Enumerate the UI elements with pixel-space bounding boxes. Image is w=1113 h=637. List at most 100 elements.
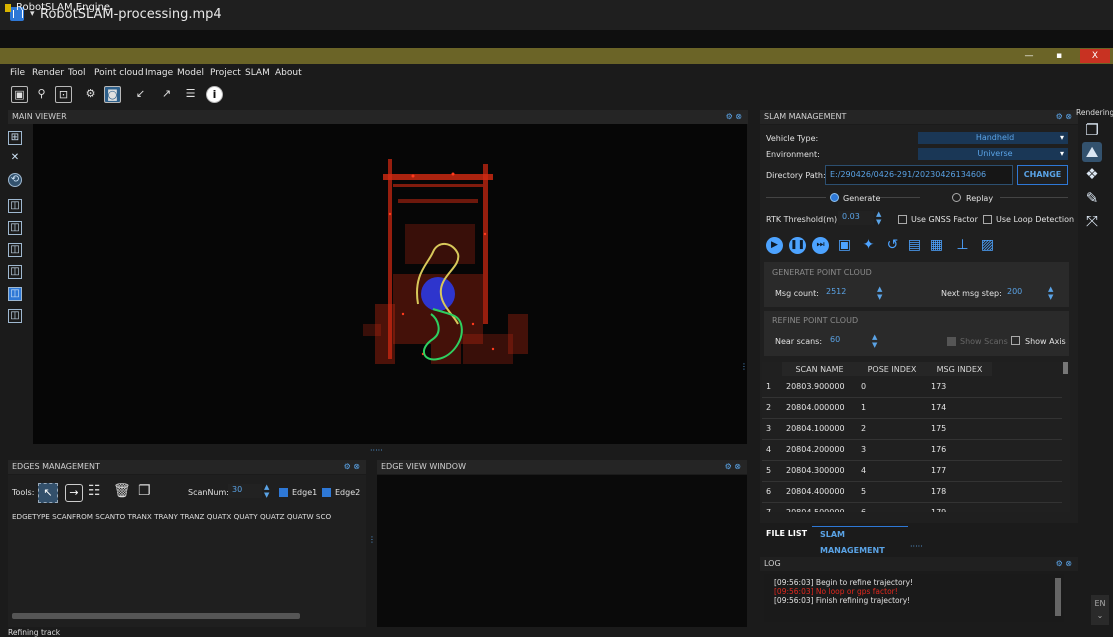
edge-view-canvas[interactable] <box>377 475 747 627</box>
next-msg-step-spinner[interactable]: ▲ ▼ <box>1048 285 1053 301</box>
trash-icon[interactable]: 🗑 <box>113 483 131 499</box>
edge2-checkbox[interactable] <box>322 488 331 497</box>
vehicle-type-select[interactable]: Handheld ▾ <box>918 132 1068 144</box>
gnss-factor-checkbox[interactable] <box>898 215 907 224</box>
step-icon[interactable]: ⏭ <box>812 237 829 254</box>
panel-float-icons[interactable]: ⚙ ⊗ <box>1056 557 1072 571</box>
fit-view-icon[interactable]: ▣ <box>11 86 28 103</box>
main-viewer-canvas[interactable] <box>33 124 747 444</box>
language-indicator[interactable]: EN ⌄ <box>1091 595 1109 625</box>
orbit-icon[interactable]: ⟲ <box>8 173 22 187</box>
axes-icon[interactable]: ⤧ <box>1082 211 1102 231</box>
brush-icon[interactable]: ✎ <box>1082 188 1102 208</box>
save-icon[interactable]: ▣ <box>836 236 853 254</box>
cube-front-icon[interactable]: ◫ <box>8 199 22 213</box>
pause-icon[interactable]: ❚❚ <box>789 237 806 254</box>
table-row[interactable]: 5 20804.300000 4 177 <box>762 460 1062 482</box>
directory-path-input[interactable]: E:/290426/0426-291/20230426134606 <box>825 165 1013 185</box>
scannum-spinner[interactable]: ▲ ▼ <box>264 483 269 499</box>
zoom-icon[interactable]: ⚲ <box>33 86 50 103</box>
menu-render[interactable]: Render <box>32 68 64 78</box>
layers-icon[interactable]: ❐ <box>138 483 151 499</box>
menu-image[interactable]: Image <box>145 68 173 78</box>
select-pointer-icon[interactable]: ↖ <box>38 483 58 503</box>
change-directory-button[interactable]: CHANGE <box>1017 165 1068 185</box>
log-vscrollbar[interactable] <box>1055 578 1061 616</box>
table-row[interactable]: 6 20804.400000 5 178 <box>762 481 1062 503</box>
generate-radio[interactable] <box>830 193 839 202</box>
scannum-input[interactable]: 30 <box>228 484 262 498</box>
delete-icon[interactable]: ▤ <box>906 236 923 254</box>
magic-wand-icon[interactable]: ✦ <box>860 236 877 254</box>
menu-tool[interactable]: Tool <box>68 68 85 78</box>
tab-slam-management[interactable]: SLAM MANAGEMENT <box>812 526 908 555</box>
undo-icon[interactable]: ↺ <box>884 236 901 254</box>
table-row[interactable]: 4 20804.200000 3 176 <box>762 439 1062 461</box>
rtk-threshold-input[interactable]: 0.03 <box>838 211 874 225</box>
cube-right-icon[interactable]: ◫ <box>8 265 22 279</box>
play-icon[interactable]: ▶ <box>766 237 783 254</box>
splitter-handle[interactable]: ····· <box>370 446 383 455</box>
expand-icon[interactable]: ✕ <box>8 152 22 166</box>
cube-top-icon[interactable]: ◫ <box>8 287 22 301</box>
rtk-spinner[interactable]: ▲ ▼ <box>876 210 881 226</box>
grid-view-icon[interactable]: ⊞ <box>8 131 22 145</box>
log-output[interactable]: [09:56:03] Begin to refine trajectory! [… <box>764 574 1064 622</box>
filter-icon[interactable]: ☰ <box>182 86 199 103</box>
import-icon[interactable]: ↙ <box>132 86 149 103</box>
edges-hscrollbar[interactable] <box>12 613 300 619</box>
settings-gear-icon[interactable]: ⚙ <box>82 86 99 103</box>
info-icon[interactable]: i <box>206 86 223 103</box>
panel-float-icons[interactable]: ⚙ ⊗ <box>1056 110 1072 124</box>
near-scans-spinner[interactable]: ▲ ▼ <box>872 333 877 349</box>
export-icon[interactable]: ↗ <box>158 86 175 103</box>
menu-project[interactable]: Project <box>210 68 241 78</box>
near-scans-input[interactable]: 60 <box>826 334 870 348</box>
msg-count-input[interactable]: 2512 <box>822 286 874 300</box>
col-msg-index[interactable]: MSG INDEX <box>927 362 992 376</box>
menu-model[interactable]: Model <box>177 68 204 78</box>
close-button[interactable]: X <box>1080 49 1110 63</box>
screenshot-icon[interactable]: ◙ <box>104 86 121 103</box>
minimize-button[interactable]: — <box>1018 49 1040 63</box>
monitor-icon[interactable]: ▦ <box>928 236 945 254</box>
table-row[interactable]: 1 20803.900000 0 173 <box>762 376 1062 398</box>
table-row[interactable]: 2 20804.000000 1 174 <box>762 397 1062 419</box>
table-row[interactable]: 720804.5000006179 <box>762 502 1062 512</box>
menu-about[interactable]: About <box>275 68 302 78</box>
show-axis-checkbox[interactable] <box>1011 336 1020 345</box>
loop-detection-checkbox[interactable] <box>983 215 992 224</box>
msg-count-spinner[interactable]: ▲ ▼ <box>877 285 882 301</box>
show-scans-checkbox[interactable] <box>947 337 956 346</box>
replay-radio[interactable] <box>952 193 961 202</box>
cube-icon[interactable]: ❖ <box>1082 164 1102 184</box>
copy-layer-icon[interactable]: ❐ <box>1082 120 1102 140</box>
col-pose-index[interactable]: POSE INDEX <box>857 362 927 376</box>
col-scan-name[interactable]: SCAN NAME <box>782 362 857 376</box>
restore-button[interactable]: ▪ <box>1048 49 1070 63</box>
cube-bottom-icon[interactable]: ◫ <box>8 309 22 323</box>
panel-float-icons[interactable]: ⚙ ⊗ <box>726 110 742 124</box>
menu-slam[interactable]: SLAM <box>245 68 270 78</box>
forward-icon[interactable]: → <box>65 484 83 502</box>
splitter-handle[interactable]: ····· <box>910 542 923 551</box>
panel-float-icons[interactable]: ⚙ ⊗ <box>725 460 741 474</box>
edge1-checkbox[interactable] <box>279 488 288 497</box>
splitter-handle-vertical[interactable]: ⋮ <box>740 362 748 371</box>
list-edit-icon[interactable]: ☷ <box>88 483 101 499</box>
zoom-region-icon[interactable]: ⊡ <box>55 86 72 103</box>
menu-file[interactable]: File <box>10 68 25 78</box>
splitter-handle-vertical[interactable]: ⋮ <box>368 535 376 544</box>
mountain-icon[interactable]: ⛰ <box>1082 142 1102 162</box>
panel-float-icons[interactable]: ⚙ ⊗ <box>344 460 360 474</box>
table-vscrollbar[interactable] <box>1063 362 1068 374</box>
network-icon[interactable]: ⊥ <box>954 236 971 254</box>
table-row[interactable]: 3 20804.100000 2 175 <box>762 418 1062 440</box>
cube-left-icon[interactable]: ◫ <box>8 243 22 257</box>
pose-marker[interactable] <box>421 277 455 311</box>
image-icon[interactable]: ▨ <box>979 236 996 254</box>
next-msg-step-input[interactable]: 200 <box>1003 286 1043 300</box>
environment-select[interactable]: Universe ▾ <box>918 148 1068 160</box>
scans-table[interactable]: SCAN NAME POSE INDEX MSG INDEX 1 20803.90… <box>762 362 1070 512</box>
cube-back-icon[interactable]: ◫ <box>8 221 22 235</box>
